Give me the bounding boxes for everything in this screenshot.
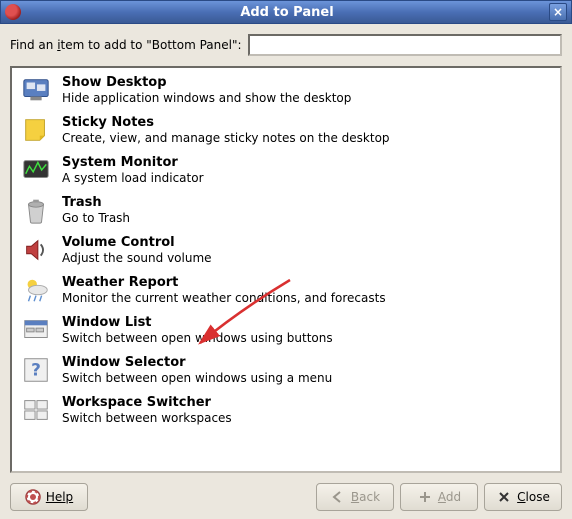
item-desc: Monitor the current weather conditions, … xyxy=(62,291,552,305)
dialog-content: Find an item to add to "Bottom Panel": S… xyxy=(0,24,572,519)
back-button[interactable]: Back xyxy=(316,483,394,511)
window-list-icon xyxy=(20,314,52,346)
search-label-pre: Find an xyxy=(10,38,57,52)
list-item[interactable]: Window ListSwitch between open windows u… xyxy=(14,310,558,350)
window-selector-icon: ? xyxy=(20,354,52,386)
item-title: Volume Control xyxy=(62,235,552,250)
workspace-switcher-icon xyxy=(20,394,52,426)
search-row: Find an item to add to "Bottom Panel": xyxy=(10,34,562,56)
list-item[interactable]: Show DesktopHide application windows and… xyxy=(14,70,558,110)
close-icon xyxy=(496,489,512,505)
sticky-notes-icon xyxy=(20,114,52,146)
search-label-post: tem to add to "Bottom Panel": xyxy=(61,38,242,52)
item-desc: Switch between open windows using button… xyxy=(62,331,552,345)
item-text: Workspace SwitcherSwitch between workspa… xyxy=(62,394,552,425)
close-icon: × xyxy=(553,5,563,19)
back-label: Back xyxy=(351,490,380,504)
svg-text:?: ? xyxy=(31,360,41,380)
close-label: Close xyxy=(517,490,550,504)
list-item[interactable]: Workspace SwitcherSwitch between workspa… xyxy=(14,390,558,430)
item-title: Weather Report xyxy=(62,275,552,290)
window-title: Add to Panel xyxy=(25,5,549,20)
list-item[interactable]: Weather ReportMonitor the current weathe… xyxy=(14,270,558,310)
button-row: Help Back Add Close xyxy=(10,473,562,511)
item-text: TrashGo to Trash xyxy=(62,194,552,225)
help-label: Help xyxy=(46,490,73,504)
item-text: Window SelectorSwitch between open windo… xyxy=(62,354,552,385)
item-text: System MonitorA system load indicator xyxy=(62,154,552,185)
item-text: Show DesktopHide application windows and… xyxy=(62,74,552,105)
item-text: Weather ReportMonitor the current weathe… xyxy=(62,274,552,305)
search-input[interactable] xyxy=(248,34,562,56)
list-item[interactable]: Volume ControlAdjust the sound volume xyxy=(14,230,558,270)
item-title: System Monitor xyxy=(62,155,552,170)
weather-icon xyxy=(20,274,52,306)
list-item[interactable]: TrashGo to Trash xyxy=(14,190,558,230)
back-icon xyxy=(330,489,346,505)
help-text: Help xyxy=(46,490,73,504)
close-button[interactable]: Close xyxy=(484,483,562,511)
item-title: Window List xyxy=(62,315,552,330)
item-desc: Adjust the sound volume xyxy=(62,251,552,265)
trash-icon xyxy=(20,194,52,226)
item-title: Window Selector xyxy=(62,355,552,370)
item-title: Show Desktop xyxy=(62,75,552,90)
show-desktop-icon xyxy=(20,74,52,106)
list-item[interactable]: ? Window SelectorSwitch between open wind… xyxy=(14,350,558,390)
list-item[interactable]: System MonitorA system load indicator xyxy=(14,150,558,190)
item-title: Workspace Switcher xyxy=(62,395,552,410)
close-window-button[interactable]: × xyxy=(549,3,567,21)
help-button[interactable]: Help xyxy=(10,483,88,511)
item-text: Window ListSwitch between open windows u… xyxy=(62,314,552,345)
item-desc: Switch between workspaces xyxy=(62,411,552,425)
system-monitor-icon xyxy=(20,154,52,186)
add-icon xyxy=(417,489,433,505)
item-desc: Hide application windows and show the de… xyxy=(62,91,552,105)
item-desc: A system load indicator xyxy=(62,171,552,185)
app-icon xyxy=(5,4,21,20)
add-label: Add xyxy=(438,490,461,504)
item-title: Sticky Notes xyxy=(62,115,552,130)
help-icon xyxy=(25,489,41,505)
volume-icon xyxy=(20,234,52,266)
item-text: Volume ControlAdjust the sound volume xyxy=(62,234,552,265)
item-title: Trash xyxy=(62,195,552,210)
applet-list[interactable]: Show DesktopHide application windows and… xyxy=(10,66,562,473)
item-desc: Create, view, and manage sticky notes on… xyxy=(62,131,552,145)
add-button[interactable]: Add xyxy=(400,483,478,511)
titlebar: Add to Panel × xyxy=(0,0,572,24)
item-desc: Switch between open windows using a menu xyxy=(62,371,552,385)
search-label: Find an item to add to "Bottom Panel": xyxy=(10,38,242,52)
list-item[interactable]: Sticky NotesCreate, view, and manage sti… xyxy=(14,110,558,150)
item-desc: Go to Trash xyxy=(62,211,552,225)
item-text: Sticky NotesCreate, view, and manage sti… xyxy=(62,114,552,145)
